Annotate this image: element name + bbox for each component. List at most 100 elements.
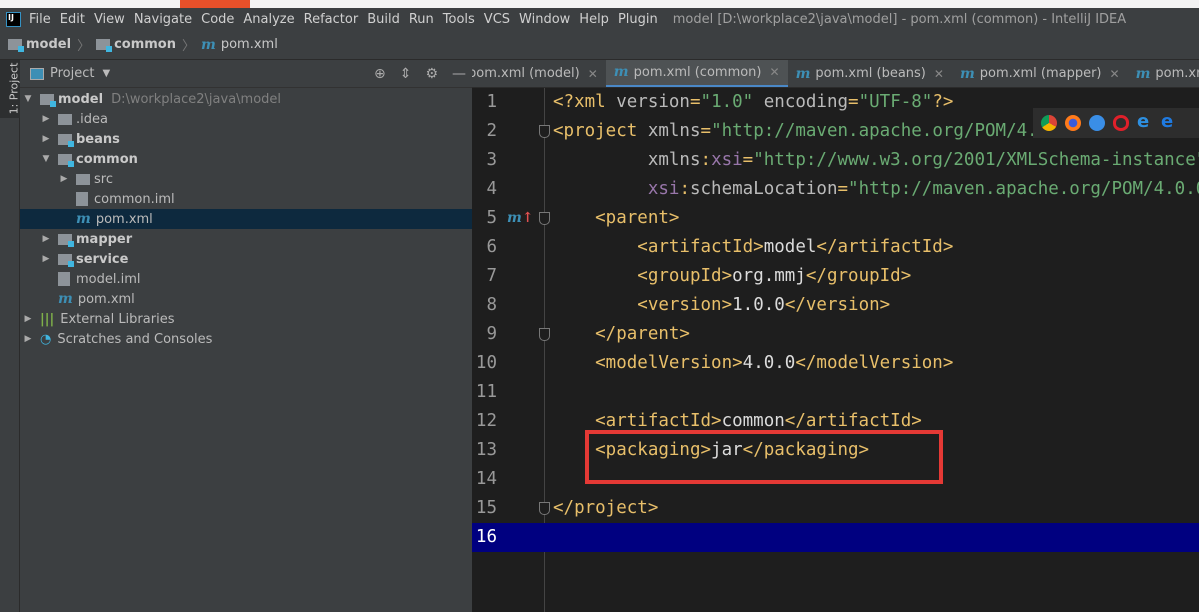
tab-label: pom.xml (mapper) bbox=[979, 66, 1102, 81]
chrome-icon[interactable] bbox=[1041, 115, 1057, 131]
fold-marker-icon[interactable] bbox=[539, 502, 550, 515]
editor-tabs: pom.xml (model) ✕ m pom.xml (common) ✕ m pom.x… bbox=[472, 60, 1199, 88]
code-token: 1.0.0 bbox=[732, 295, 785, 315]
project-panel-title[interactable]: Project bbox=[50, 66, 94, 81]
close-icon[interactable]: ✕ bbox=[770, 65, 780, 79]
collapsed-arrow-icon[interactable]: ▶ bbox=[58, 174, 70, 184]
iml-file-icon bbox=[58, 272, 70, 286]
menu-edit[interactable]: Edit bbox=[60, 12, 85, 27]
project-tool-tab[interactable]: 1: Project bbox=[0, 60, 20, 118]
menu-navigate[interactable]: Navigate bbox=[134, 12, 192, 27]
tree-item[interactable]: ▶ beans bbox=[20, 129, 472, 149]
close-icon[interactable]: ✕ bbox=[588, 67, 598, 81]
menu-window[interactable]: Window bbox=[519, 12, 570, 27]
code-token: = bbox=[689, 92, 701, 112]
code-token: <modelVersion> bbox=[553, 353, 743, 373]
tree-item-label: Scratches and Consoles bbox=[57, 331, 213, 347]
menu-tools[interactable]: Tools bbox=[443, 12, 475, 27]
tree-item-label: mapper bbox=[76, 231, 133, 247]
tree-item[interactable]: ▶ service bbox=[20, 249, 472, 269]
tree-item[interactable]: ▼ model D:\workplace2\java\model bbox=[20, 89, 472, 109]
minimize-icon[interactable]: — bbox=[452, 66, 466, 82]
collapsed-arrow-icon[interactable]: ▶ bbox=[22, 334, 34, 344]
menu-plugin[interactable]: Plugin bbox=[618, 12, 658, 27]
line-number: 14 bbox=[475, 469, 497, 489]
code-token: </artifactId> bbox=[816, 237, 954, 257]
code-token: </groupId> bbox=[805, 266, 912, 286]
tree-item-label: model bbox=[58, 91, 104, 107]
close-icon[interactable]: ✕ bbox=[934, 67, 944, 81]
code-token: : bbox=[700, 150, 712, 170]
edge-icon[interactable]: e bbox=[1161, 113, 1177, 131]
expanded-arrow-icon[interactable]: ▼ bbox=[40, 154, 52, 164]
menu-help[interactable]: Help bbox=[579, 12, 609, 27]
tree-item[interactable]: common.iml bbox=[20, 189, 472, 209]
menu-run[interactable]: Run bbox=[409, 12, 434, 27]
crumb-model[interactable]: model bbox=[8, 37, 71, 52]
code-line: 8 <version>1.0.0</version> bbox=[472, 291, 1199, 320]
collapsed-arrow-icon[interactable]: ▶ bbox=[40, 114, 52, 124]
code-token: <artifactId> bbox=[553, 411, 722, 431]
collapsed-arrow-icon[interactable]: ▶ bbox=[40, 234, 52, 244]
editor-tab[interactable]: m pom.xml (mapper) ✕ bbox=[952, 60, 1128, 87]
menu-refactor[interactable]: Refactor bbox=[304, 12, 359, 27]
tree-item[interactable]: ▶ ◔ Scratches and Consoles bbox=[20, 329, 472, 349]
menu-vcs[interactable]: VCS bbox=[484, 12, 510, 27]
tree-item[interactable]: m pom.xml bbox=[20, 209, 472, 229]
code-line: 15 </project> bbox=[472, 494, 1199, 523]
chevron-down-icon[interactable]: ▼ bbox=[102, 68, 110, 79]
line-number: 3 bbox=[486, 150, 497, 170]
code-token: xmlns bbox=[647, 121, 701, 141]
code-token: "UTF-8" bbox=[858, 92, 933, 112]
collapsed-arrow-icon[interactable]: ▶ bbox=[40, 254, 52, 264]
gear-icon[interactable]: ⚙ bbox=[425, 66, 438, 82]
fold-marker-icon[interactable] bbox=[539, 125, 550, 138]
menu-code[interactable]: Code bbox=[201, 12, 234, 27]
tree-item-label: External Libraries bbox=[60, 311, 175, 327]
tree-item[interactable]: model.iml bbox=[20, 269, 472, 289]
tree-item[interactable]: m pom.xml bbox=[20, 289, 472, 309]
line-number: 6 bbox=[486, 237, 497, 257]
line-number: 4 bbox=[486, 179, 497, 199]
fold-marker-icon[interactable] bbox=[539, 212, 550, 225]
locate-icon[interactable]: ⊕ bbox=[374, 66, 386, 82]
tree-item-label: common.iml bbox=[94, 191, 175, 207]
menu-build[interactable]: Build bbox=[367, 12, 400, 27]
editor-tab[interactable]: m pom.xml (beans) ✕ bbox=[788, 60, 952, 87]
crumb-common[interactable]: common bbox=[96, 37, 176, 52]
menu-analyze[interactable]: Analyze bbox=[243, 12, 294, 27]
close-icon[interactable]: ✕ bbox=[1110, 67, 1120, 81]
collapsed-arrow-icon[interactable]: ▶ bbox=[40, 134, 52, 144]
menu-view[interactable]: View bbox=[94, 12, 125, 27]
tree-item-label: service bbox=[76, 251, 129, 267]
collapsed-arrow-icon[interactable]: ▶ bbox=[22, 314, 34, 324]
tree-item[interactable]: ▶ ||| External Libraries bbox=[20, 309, 472, 329]
tree-item[interactable]: ▶ .idea bbox=[20, 109, 472, 129]
menu-bar: IJ File Edit View Navigate Code Analyze Refact… bbox=[0, 8, 1199, 30]
firefox-icon[interactable] bbox=[1065, 115, 1081, 131]
fold-marker-icon[interactable] bbox=[539, 328, 550, 341]
project-panel: Project ▼ ⊕ ⇕ ⚙ — ▼ model D:\workplace2\java\… bbox=[20, 60, 472, 612]
code-token: 4.0.0 bbox=[742, 353, 796, 373]
module-folder-icon bbox=[40, 93, 56, 107]
expanded-arrow-icon[interactable]: ▼ bbox=[22, 94, 34, 104]
code-line: 4 xsi:schemaLocation="http://maven.apach… bbox=[472, 175, 1199, 204]
tree-item[interactable]: ▼ common bbox=[20, 149, 472, 169]
crumb-pom[interactable]: m pom.xml bbox=[201, 37, 278, 53]
tree-item[interactable]: ▶ mapper bbox=[20, 229, 472, 249]
code-line: 7 <groupId>org.mmj</groupId> bbox=[472, 262, 1199, 291]
tree-item[interactable]: ▶ src bbox=[20, 169, 472, 189]
safari-icon[interactable] bbox=[1089, 115, 1105, 131]
editor-tab[interactable]: mpom.xml (service)✕ bbox=[1128, 60, 1199, 87]
maven-parent-icon[interactable]: m↑ bbox=[507, 204, 534, 233]
code-token: xsi bbox=[711, 150, 743, 170]
ie-icon[interactable]: e bbox=[1137, 113, 1153, 131]
code-token: = bbox=[742, 150, 754, 170]
code-token: = bbox=[700, 121, 712, 141]
editor-tab[interactable]: m pom.xml (common) ✕ bbox=[605, 60, 788, 87]
code-token: <parent> bbox=[553, 208, 680, 228]
editor-tab[interactable]: pom.xml (model) ✕ bbox=[472, 60, 606, 87]
collapse-all-icon[interactable]: ⇕ bbox=[400, 66, 412, 82]
opera-icon[interactable] bbox=[1113, 115, 1129, 131]
menu-file[interactable]: File bbox=[29, 12, 51, 27]
